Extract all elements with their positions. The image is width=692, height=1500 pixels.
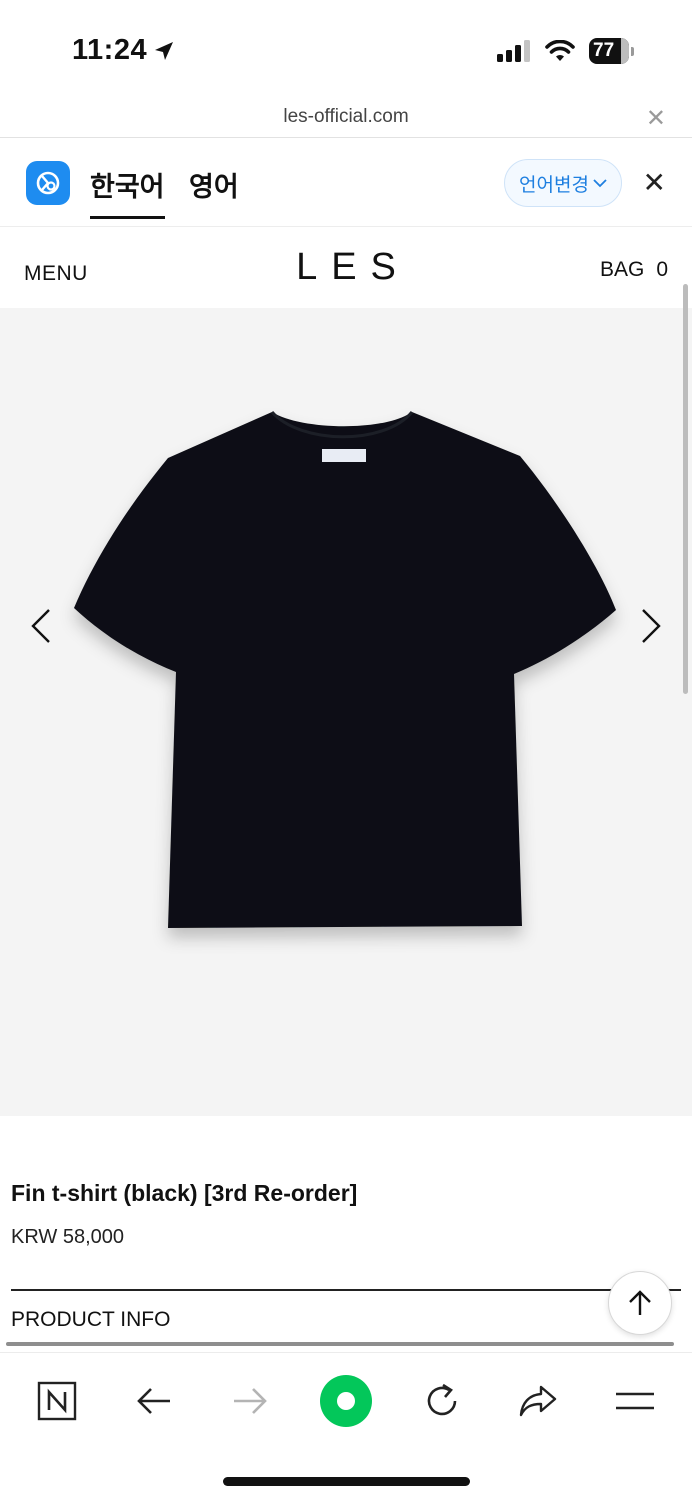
carousel-next-arrow-icon[interactable]: [640, 608, 662, 653]
status-indicators: 77: [497, 38, 634, 64]
product-info-toggle[interactable]: PRODUCT INFO: [11, 1308, 170, 1332]
bag-count: 0: [656, 258, 668, 281]
change-language-label: 언어변경: [519, 174, 589, 196]
forward-button[interactable]: [222, 1373, 278, 1429]
divider: [11, 1289, 681, 1291]
tshirt-image: [74, 411, 616, 928]
papago-icon[interactable]: [26, 161, 70, 205]
chevron-down-icon: [593, 179, 607, 188]
refresh-button[interactable]: [414, 1373, 470, 1429]
wifi-icon: [545, 40, 575, 61]
location-arrow-icon: [155, 41, 174, 60]
green-dot-icon: [320, 1375, 372, 1427]
site-header: MENU LES BAG 0: [0, 228, 692, 308]
bag-label: BAG: [599, 258, 645, 281]
browser-toolbar: [0, 1352, 692, 1448]
arrow-right-icon: [234, 1388, 267, 1414]
carousel-prev-arrow-icon[interactable]: [30, 608, 52, 653]
site-logo[interactable]: LES: [0, 246, 692, 289]
translate-bar: 한국어 영어 언어변경 ✕: [0, 139, 692, 227]
share-button[interactable]: [510, 1373, 566, 1429]
naver-home-button[interactable]: [29, 1373, 85, 1429]
back-button[interactable]: [126, 1373, 182, 1429]
tab-source-language[interactable]: 한국어: [90, 165, 165, 219]
home-indicator[interactable]: [223, 1477, 470, 1486]
address-bar[interactable]: les-official.com ✕: [0, 100, 692, 138]
neck-label: [322, 449, 366, 462]
translate-logo-icon: [36, 171, 60, 195]
arrow-left-icon: [137, 1388, 170, 1414]
product-image-carousel[interactable]: [0, 308, 692, 1116]
menu-hamburger-button[interactable]: [607, 1373, 663, 1429]
scroll-to-top-button[interactable]: [608, 1271, 672, 1335]
arrow-up-icon: [629, 1290, 651, 1315]
tab-target-language[interactable]: 영어: [189, 165, 239, 204]
product-title: Fin t-shirt (black) [3rd Re-order]: [11, 1180, 358, 1206]
battery-icon: 77: [589, 38, 634, 64]
refresh-icon: [427, 1383, 457, 1416]
close-page-icon[interactable]: ✕: [646, 104, 666, 133]
cellular-signal-icon: [497, 40, 530, 62]
naver-n-icon: [37, 1381, 77, 1421]
url-text[interactable]: les-official.com: [0, 106, 692, 128]
bag-button[interactable]: BAG 0: [600, 258, 668, 282]
hamburger-icon: [616, 1392, 654, 1410]
share-arrow-icon: [519, 1385, 557, 1417]
battery-level: 77: [593, 40, 615, 61]
page-scrollbar[interactable]: [683, 284, 688, 694]
green-dot-button[interactable]: [318, 1373, 374, 1429]
page-load-progress: [6, 1342, 674, 1346]
change-language-button[interactable]: 언어변경: [504, 159, 622, 207]
status-time: 11:24: [72, 34, 175, 67]
product-price: KRW 58,000: [11, 1226, 125, 1248]
close-translate-icon[interactable]: ✕: [643, 169, 666, 197]
clock: 11:24: [72, 34, 148, 66]
status-bar: 11:24 77: [0, 0, 692, 100]
